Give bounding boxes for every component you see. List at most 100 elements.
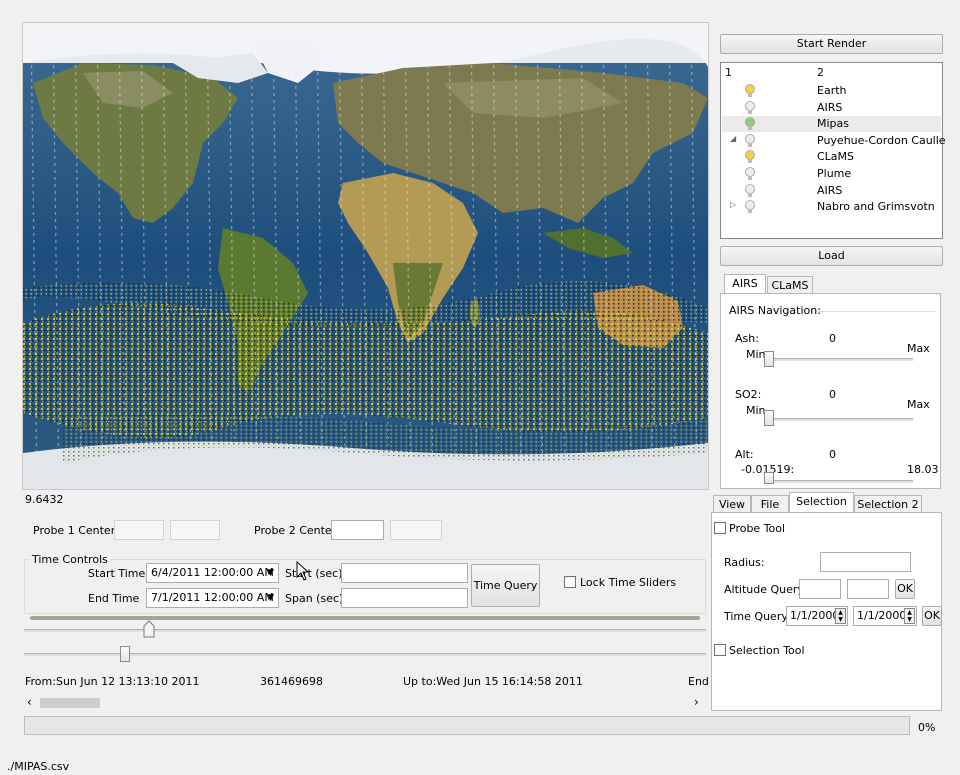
tree-col2-header: 2 bbox=[817, 66, 824, 79]
tab-file[interactable]: File bbox=[751, 495, 789, 513]
probe2-y-field[interactable] bbox=[390, 520, 442, 540]
so2-value: 0 bbox=[829, 388, 836, 401]
spin-arrows-icon[interactable]: ▲ ▼ bbox=[904, 608, 915, 624]
lightbulb-icon[interactable] bbox=[744, 183, 756, 199]
map-viewport[interactable] bbox=[22, 22, 709, 490]
timeline-middle: 361469698 bbox=[260, 675, 323, 688]
altitude-max-field[interactable] bbox=[847, 579, 889, 599]
ash-label: Ash: bbox=[735, 332, 759, 345]
lightbulb-icon[interactable] bbox=[744, 100, 756, 116]
tree-item[interactable]: CLaMS bbox=[722, 149, 941, 165]
chevron-down-icon: ▼ bbox=[267, 593, 274, 603]
airs-nav-divider bbox=[817, 311, 935, 312]
alt-slider-groove bbox=[765, 480, 913, 483]
probe1-y-field[interactable] bbox=[170, 520, 220, 540]
scroll-left-icon[interactable]: ‹ bbox=[27, 695, 32, 709]
progress-label: 0% bbox=[918, 721, 936, 734]
tree-item-label: Mipas bbox=[817, 117, 850, 131]
lightbulb-icon[interactable] bbox=[744, 166, 756, 182]
tree-item[interactable]: ◢ Puyehue-Cordon Caulle bbox=[722, 133, 946, 149]
tree-item[interactable]: AIRS bbox=[722, 183, 941, 199]
start-render-button[interactable]: Start Render bbox=[720, 34, 943, 54]
horizontal-scrollbar[interactable]: ‹ › bbox=[24, 695, 707, 710]
so2-min: Min bbox=[746, 404, 766, 417]
tab-airs[interactable]: AIRS bbox=[724, 274, 766, 294]
altitude-ok-button[interactable]: OK bbox=[895, 579, 915, 599]
lightbulb-icon[interactable] bbox=[744, 199, 756, 215]
tab-clams[interactable]: CLaMS bbox=[767, 276, 813, 294]
end-time-label: End Time bbox=[88, 592, 140, 605]
timeline-upto: Up to:Wed Jun 15 16:14:58 2011 bbox=[403, 675, 583, 688]
ash-min: Min bbox=[746, 348, 766, 361]
tree-expander-icon[interactable]: ◢ bbox=[730, 134, 736, 143]
tree-expander-icon[interactable]: ▷ bbox=[730, 200, 736, 209]
end-time-select[interactable]: 7/1/2011 12:00:00 AM ▼ bbox=[146, 588, 279, 608]
so2-label: SO2: bbox=[735, 388, 762, 401]
tree-item[interactable]: AIRS bbox=[722, 100, 941, 116]
tree-item[interactable]: Plume bbox=[722, 166, 941, 182]
range-slider-groove bbox=[24, 629, 706, 632]
tree-item[interactable]: ▷ Nabro and Grimsvotn bbox=[722, 199, 941, 215]
ash-slider-handle[interactable] bbox=[764, 351, 774, 367]
probe2-label: Probe 2 Center: bbox=[254, 524, 340, 537]
lightbulb-icon[interactable] bbox=[744, 149, 756, 165]
alt-max: 18.03 bbox=[907, 463, 939, 476]
time-query-ok-button[interactable]: OK bbox=[922, 606, 942, 626]
airs-tab-panel: AIRS Navigation: Ash: 0 Min Max SO2: 0 M… bbox=[720, 293, 941, 489]
chevron-down-icon: ▼ bbox=[267, 568, 274, 578]
scroll-right-icon[interactable]: › bbox=[694, 695, 699, 709]
scale-value: 9.6432 bbox=[25, 493, 64, 506]
tree-item-label: AIRS bbox=[817, 100, 843, 114]
alt-slider-handle[interactable] bbox=[764, 472, 774, 484]
probe2-x-field[interactable] bbox=[331, 520, 384, 540]
scrollbar-thumb[interactable] bbox=[40, 698, 100, 708]
probe1-label: Probe 1 Center: bbox=[33, 524, 119, 537]
mouse-cursor-icon bbox=[296, 561, 310, 581]
time-query-button[interactable]: Time Query bbox=[471, 564, 540, 607]
tab-view[interactable]: View bbox=[713, 495, 751, 513]
timeline-track bbox=[30, 616, 700, 620]
probe-tool-label: Probe Tool bbox=[729, 522, 786, 535]
so2-slider-handle[interactable] bbox=[764, 410, 774, 426]
probe1-x-field[interactable] bbox=[114, 520, 164, 540]
start-time-select[interactable]: 6/4/2011 12:00:00 AM ▼ bbox=[146, 563, 279, 583]
tab-selection[interactable]: Selection bbox=[789, 492, 854, 513]
altitude-query-label: Altitude Query: bbox=[724, 583, 807, 596]
tree-col1-header: 1 bbox=[725, 66, 732, 79]
tree-item-label: AIRS bbox=[817, 183, 843, 197]
lightbulb-icon[interactable] bbox=[744, 116, 756, 132]
airs-nav-title: AIRS Navigation: bbox=[729, 304, 821, 317]
tab-selection-2[interactable]: Selection 2 bbox=[854, 495, 922, 513]
lock-time-label: Lock Time Sliders bbox=[580, 576, 677, 589]
lightbulb-icon[interactable] bbox=[744, 133, 756, 149]
altitude-min-field[interactable] bbox=[799, 579, 841, 599]
time-query-date1[interactable]: 1/1/2000 ▲ ▼ bbox=[786, 606, 848, 626]
earth-map bbox=[23, 23, 708, 489]
tree-item-label: Nabro and Grimsvotn bbox=[817, 200, 935, 214]
selection-panel: Probe Tool Radius: Altitude Query: OK Ti… bbox=[711, 512, 942, 711]
selection-tool-checkbox[interactable] bbox=[714, 644, 726, 656]
so2-slider-groove bbox=[765, 418, 913, 421]
ash-value: 0 bbox=[829, 332, 836, 345]
progress-bar bbox=[24, 716, 910, 735]
lock-time-checkbox[interactable] bbox=[564, 576, 576, 588]
ash-slider-groove bbox=[765, 358, 913, 361]
lightbulb-icon[interactable] bbox=[744, 83, 756, 99]
probe-tool-checkbox[interactable] bbox=[714, 522, 726, 534]
tree-item[interactable]: Mipas bbox=[722, 116, 941, 133]
time-query-date2[interactable]: 1/1/2000 ▲ ▼ bbox=[853, 606, 917, 626]
spin-arrows-icon[interactable]: ▲ ▼ bbox=[835, 608, 846, 624]
timeline-from: From:Sun Jun 12 13:13:10 2011 bbox=[25, 675, 200, 688]
ash-max: Max bbox=[907, 342, 930, 355]
alt-value: 0 bbox=[829, 448, 836, 461]
range-slider-handle[interactable] bbox=[143, 620, 155, 638]
position-slider-handle[interactable] bbox=[120, 646, 130, 662]
tree-item[interactable]: Earth bbox=[722, 83, 941, 99]
load-button[interactable]: Load bbox=[720, 246, 943, 266]
radius-field[interactable] bbox=[820, 552, 911, 572]
span-sec-field[interactable] bbox=[341, 588, 468, 608]
time-controls-title: Time Controls bbox=[30, 553, 110, 566]
start-sec-field[interactable] bbox=[341, 563, 468, 583]
tree-item-label: Puyehue-Cordon Caulle bbox=[817, 133, 946, 147]
layer-tree[interactable]: 1 2 Earth AIRS Mipas ◢ Puyehue-Cordon Caulle… bbox=[720, 62, 946, 239]
